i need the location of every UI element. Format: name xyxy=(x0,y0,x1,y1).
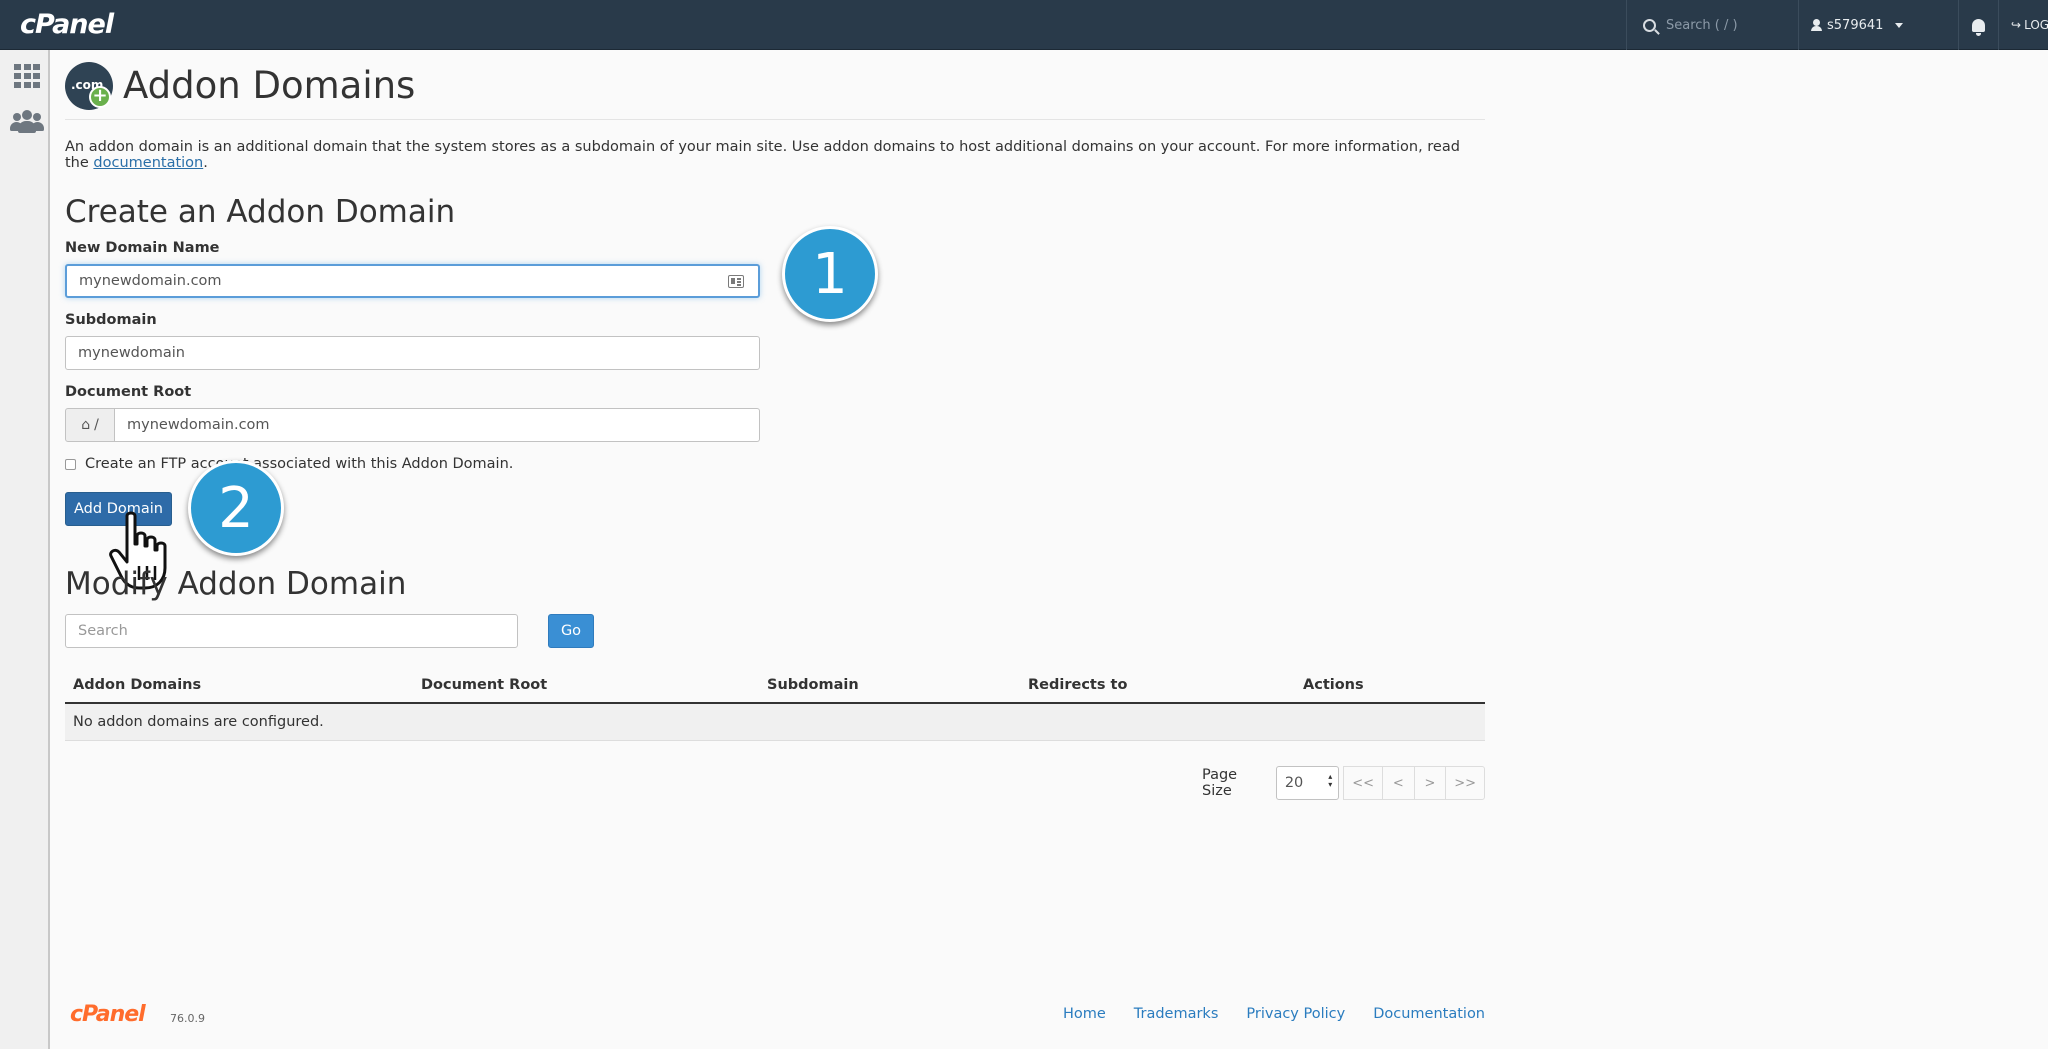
logout-button[interactable]: ↪ LOGOUT xyxy=(1998,0,2048,50)
document-root-input[interactable]: mynewdomain.com xyxy=(115,408,760,442)
top-navbar: cPanel s579641 ↪ LOGOUT xyxy=(0,0,2048,50)
new-domain-label: New Domain Name xyxy=(65,240,220,256)
document-root-label: Document Root xyxy=(65,384,192,400)
apps-grid-icon[interactable] xyxy=(14,64,40,88)
footer-link-trademarks[interactable]: Trademarks xyxy=(1134,1006,1219,1022)
ftp-checkbox-label[interactable]: Create an FTP account associated with th… xyxy=(85,456,513,472)
page-size-label: Page Size xyxy=(1202,767,1238,799)
page-header: .com + Addon Domains xyxy=(65,62,1485,120)
col-document-root[interactable]: Document Root xyxy=(421,677,547,693)
modify-section-title: Modify Addon Domain xyxy=(65,566,407,602)
prev-page-button[interactable]: < xyxy=(1381,766,1415,800)
footer-link-home[interactable]: Home xyxy=(1063,1006,1106,1022)
footer-links: Home Trademarks Privacy Policy Documenta… xyxy=(1035,1006,1485,1022)
pagination: Page Size 20 << < > >> xyxy=(1202,766,1485,800)
logout-label: LOGOUT xyxy=(2024,18,2048,32)
col-subdomain[interactable]: Subdomain xyxy=(767,677,859,693)
user-icon xyxy=(1811,19,1822,31)
contact-card-icon[interactable] xyxy=(728,275,744,288)
step-1-badge: 1 xyxy=(782,226,878,322)
user-menu[interactable]: s579641 xyxy=(1798,0,1958,50)
home-icon: ⌂ xyxy=(81,417,91,433)
top-search[interactable] xyxy=(1626,0,1798,50)
cpanel-logo[interactable]: cPanel xyxy=(20,9,114,40)
addon-domain-icon: .com + xyxy=(65,62,113,110)
page-size-select[interactable]: 20 xyxy=(1275,766,1340,800)
create-section-title: Create an Addon Domain xyxy=(65,194,456,230)
addon-search-input[interactable]: Search xyxy=(65,614,518,648)
left-sidebar xyxy=(0,50,50,1049)
caret-down-icon xyxy=(1895,22,1904,28)
ftp-checkbox-row: Create an FTP account associated with th… xyxy=(65,456,513,472)
version-label: 76.0.9 xyxy=(170,1012,205,1025)
new-domain-input[interactable]: mynewdomain.com xyxy=(65,264,760,298)
first-page-button[interactable]: << xyxy=(1343,766,1383,800)
page-title: Addon Domains xyxy=(123,64,416,107)
users-icon[interactable] xyxy=(10,110,44,134)
global-search-input[interactable] xyxy=(1666,17,1786,33)
document-root-group: ⌂ / mynewdomain.com xyxy=(65,408,760,442)
ftp-account-checkbox[interactable] xyxy=(65,458,76,470)
footer-link-privacy-policy[interactable]: Privacy Policy xyxy=(1246,1006,1345,1022)
notifications-button[interactable] xyxy=(1958,0,1998,50)
plus-icon: + xyxy=(89,86,111,108)
col-redirects-to[interactable]: Redirects to xyxy=(1028,677,1127,693)
footer-link-documentation[interactable]: Documentation xyxy=(1373,1006,1485,1022)
subdomain-input[interactable]: mynewdomain xyxy=(65,336,760,370)
footer-cpanel-logo: cPanel xyxy=(70,1002,146,1027)
col-addon-domains[interactable]: Addon Domains xyxy=(73,677,201,693)
table-empty-row: No addon domains are configured. xyxy=(65,704,1485,741)
last-page-button[interactable]: >> xyxy=(1445,766,1485,800)
step-2-badge: 2 xyxy=(188,460,284,556)
sign-out-icon: ↪ xyxy=(2011,18,2022,32)
next-page-button[interactable]: > xyxy=(1413,766,1447,800)
col-actions: Actions xyxy=(1303,677,1364,693)
bell-icon xyxy=(1972,18,1985,36)
go-button[interactable]: Go xyxy=(548,614,594,648)
footer: cPanel 76.0.9 Home Trademarks Privacy Po… xyxy=(70,994,1485,1034)
home-prefix: ⌂ / xyxy=(65,408,115,442)
documentation-link[interactable]: documentation xyxy=(93,155,203,171)
page-description: An addon domain is an additional domain … xyxy=(65,139,1460,171)
username-label: s579641 xyxy=(1827,17,1884,33)
subdomain-label: Subdomain xyxy=(65,312,157,328)
addon-table-header: Addon Domains Document Root Subdomain Re… xyxy=(65,672,1485,704)
search-icon xyxy=(1643,18,1656,32)
